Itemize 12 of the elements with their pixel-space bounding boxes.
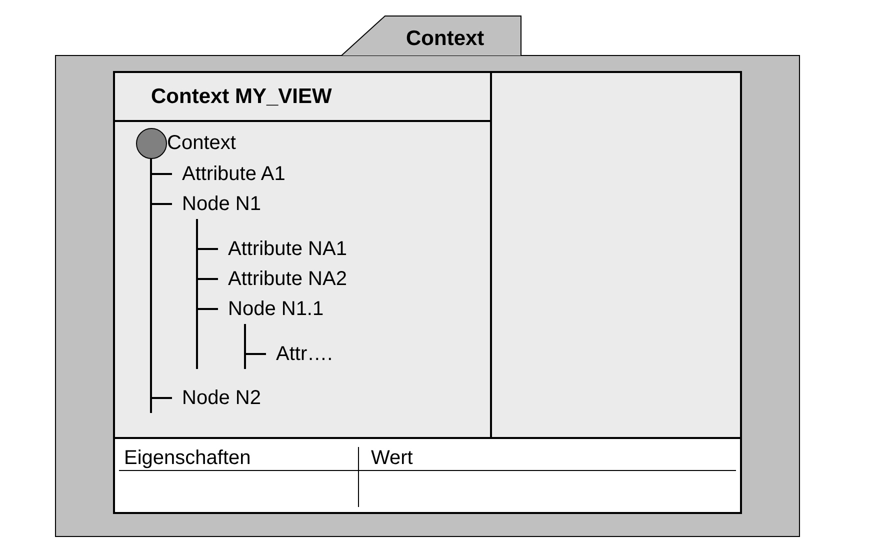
tree-item[interactable]: Attribute NA2 — [228, 264, 347, 294]
panel-title: Context MY_VIEW — [151, 84, 332, 110]
tree-item[interactable]: Attr…. — [276, 339, 333, 369]
tree-item[interactable]: Attribute NA1 — [228, 234, 347, 264]
tree-item[interactable]: Node N1 — [182, 189, 261, 219]
context-tab[interactable]: Context — [340, 15, 522, 56]
tree-item[interactable]: Node N1.1 — [228, 294, 324, 324]
column-header: Eigenschaften — [124, 447, 251, 469]
tree-item[interactable]: Attribute A1 — [182, 159, 286, 189]
tree-item[interactable]: Context — [167, 128, 236, 158]
column-header: Wert — [371, 447, 413, 469]
tree-item[interactable]: Node N2 — [182, 383, 261, 413]
